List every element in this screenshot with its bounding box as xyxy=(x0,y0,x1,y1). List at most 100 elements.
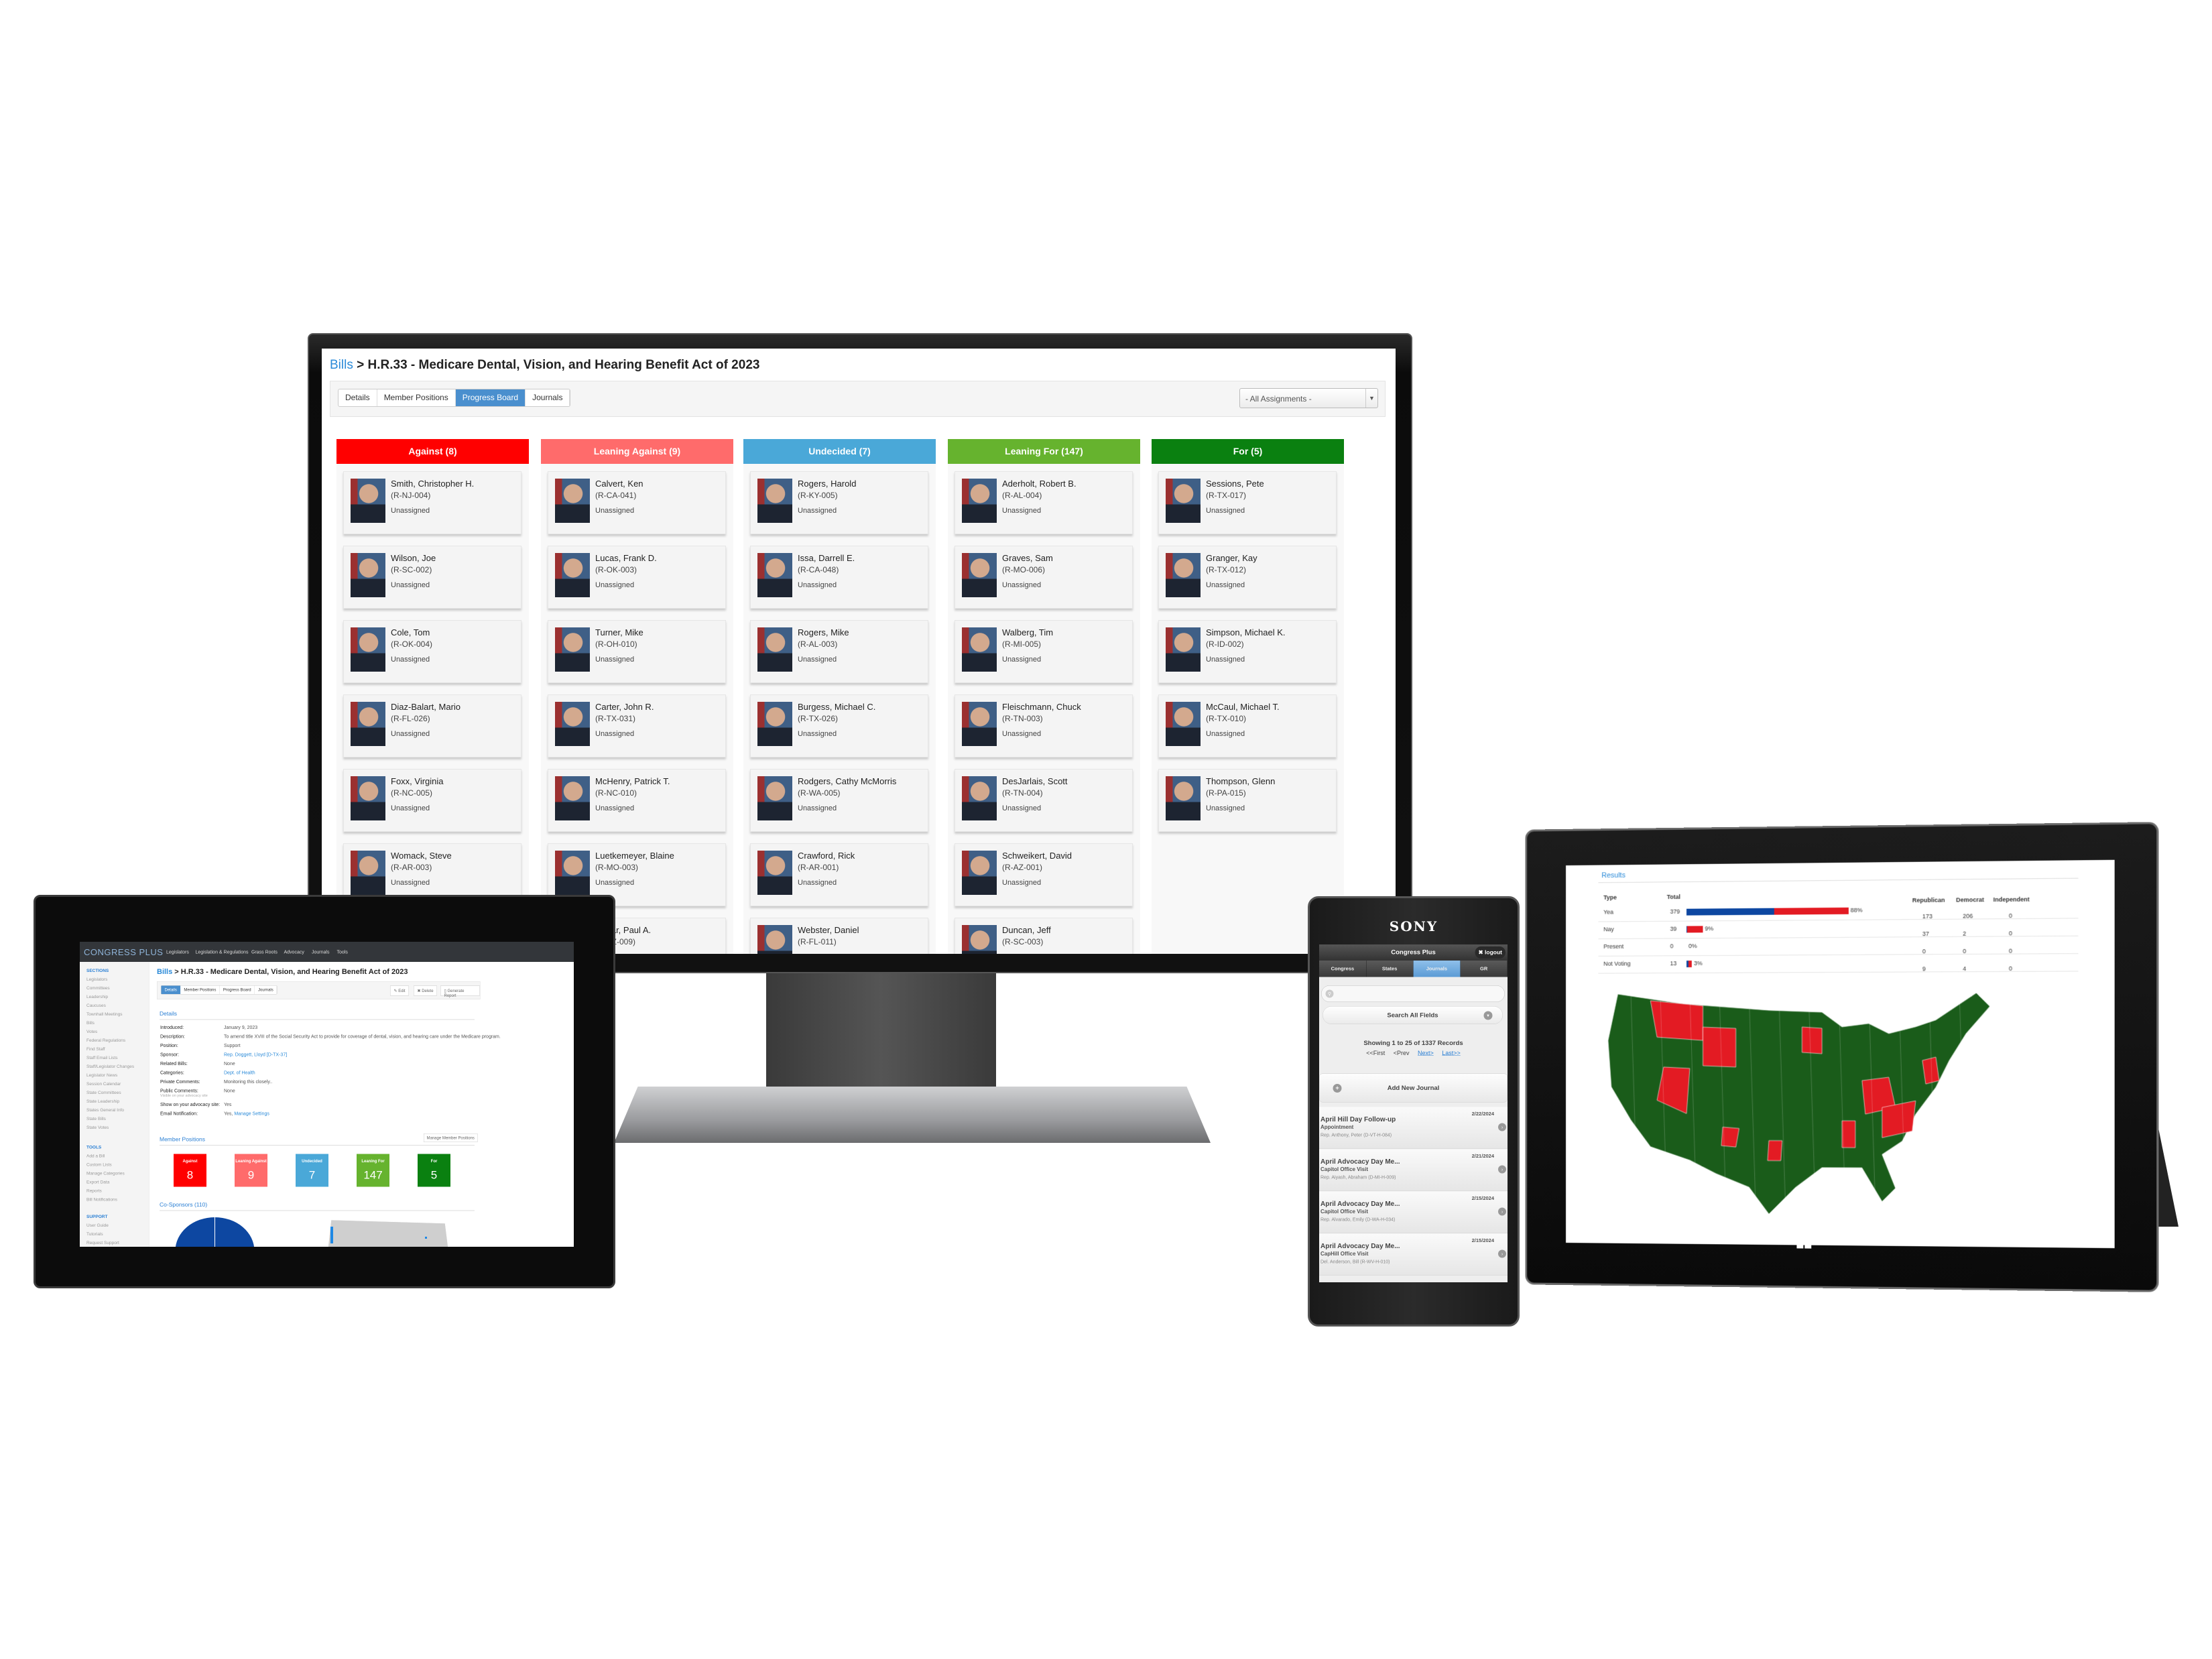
member-card[interactable]: Webster, Daniel (R-FL-011) xyxy=(750,918,928,954)
sidebar-item[interactable]: Committees xyxy=(86,985,110,991)
member-name[interactable]: Cole, Tom xyxy=(391,627,430,637)
member-name[interactable]: Diaz-Balart, Mario xyxy=(391,702,460,712)
tab-member-positions[interactable]: Member Positions xyxy=(180,985,220,994)
journal-list-item[interactable]: April Advocacy Day Me... Capitol Office V… xyxy=(1319,1149,1508,1191)
assignment-filter-select[interactable]: - All Assignments - ▼ xyxy=(1239,388,1378,408)
member-card[interactable]: Issa, Darrell E. (R-CA-048) Unassigned xyxy=(750,546,928,609)
tab-details[interactable]: Details xyxy=(339,389,377,406)
nav-item-journals[interactable]: Journals xyxy=(312,949,329,955)
member-name[interactable]: Rodgers, Cathy McMorris xyxy=(798,776,896,786)
tab-journals[interactable]: Journals xyxy=(255,985,278,994)
search-input[interactable]: ⚲ xyxy=(1321,985,1505,1002)
manage-settings-link[interactable]: Manage Settings xyxy=(234,1111,269,1116)
sidebar-item[interactable]: Find Staff xyxy=(86,1046,105,1052)
breadcrumb-bills-link[interactable]: Bills xyxy=(330,358,353,372)
member-name[interactable]: Granger, Kay xyxy=(1206,553,1257,563)
sidebar-item[interactable]: Add a Bill xyxy=(86,1154,105,1159)
member-card[interactable]: Calvert, Ken (R-CA-041) Unassigned xyxy=(548,471,726,534)
member-name[interactable]: Fleischmann, Chuck xyxy=(1002,702,1081,712)
member-card[interactable]: Cole, Tom (R-OK-004) Unassigned xyxy=(343,620,521,683)
journal-list-item[interactable]: April Hill Day Follow-up Appointment Rep. … xyxy=(1319,1107,1508,1149)
sidebar-item[interactable]: State Leadership xyxy=(86,1099,119,1104)
member-card[interactable]: Crawford, Rick (R-AR-001) Unassigned xyxy=(750,843,928,906)
member-card[interactable]: Rogers, Harold (R-KY-005) Unassigned xyxy=(750,471,928,534)
member-card[interactable]: Sessions, Pete (R-TX-017) Unassigned xyxy=(1158,471,1337,534)
member-name[interactable]: McHenry, Patrick T. xyxy=(595,776,670,786)
member-name[interactable]: Foxx, Virginia xyxy=(391,776,444,786)
manage-member-positions-button[interactable]: Manage Member Positions xyxy=(424,1133,478,1142)
member-name[interactable]: DesJarlais, Scott xyxy=(1002,776,1068,786)
first-page-link[interactable]: <<First xyxy=(1366,1050,1385,1056)
journal-list-item[interactable]: April Advocacy Day Me... CapHill Office V… xyxy=(1319,1233,1508,1276)
tab-progress-board[interactable]: Progress Board xyxy=(220,985,255,994)
member-card[interactable]: Simpson, Michael K. (R-ID-002) Unassigned xyxy=(1158,620,1337,683)
nav-item-tools[interactable]: Tools xyxy=(337,949,348,955)
sidebar-item[interactable]: State Votes xyxy=(86,1125,109,1130)
detail-value[interactable]: Dept. of Health xyxy=(224,1070,255,1075)
sidebar-item[interactable]: Federal Regulations xyxy=(86,1038,125,1043)
generate-report-button[interactable]: ▯ Generate Report xyxy=(440,985,480,998)
tab-details[interactable]: Details xyxy=(161,985,181,994)
sidebar-item[interactable]: Votes xyxy=(86,1029,97,1034)
sidebar-item[interactable]: Legislators xyxy=(86,977,107,982)
next-page-link[interactable]: Next> xyxy=(1418,1050,1434,1056)
position-box-for[interactable]: For 5 xyxy=(418,1154,450,1187)
member-card[interactable]: Graves, Sam (R-MO-006) Unassigned xyxy=(955,546,1133,609)
member-card[interactable]: Rodgers, Cathy McMorris (R-WA-005) Unassig… xyxy=(750,769,928,832)
member-card[interactable]: Lucas, Frank D. (R-OK-003) Unassigned xyxy=(548,546,726,609)
member-name[interactable]: Rogers, Mike xyxy=(798,627,849,637)
sidebar-item[interactable]: States General Info xyxy=(86,1107,124,1113)
member-name[interactable]: Thompson, Glenn xyxy=(1206,776,1275,786)
member-name[interactable]: McCaul, Michael T. xyxy=(1206,702,1280,712)
member-name[interactable]: Wilson, Joe xyxy=(391,553,436,563)
sidebar-item[interactable]: Export Data xyxy=(86,1180,109,1185)
sidebar-item[interactable]: Bill Notifications xyxy=(86,1197,117,1203)
member-card[interactable]: Foxx, Virginia (R-NC-005) Unassigned xyxy=(343,769,521,832)
tab-member-positions[interactable]: Member Positions xyxy=(377,389,456,406)
edit-button[interactable]: ✎ Edit xyxy=(390,985,410,996)
sidebar-item[interactable]: Caucuses xyxy=(86,1003,106,1008)
member-card[interactable]: Diaz-Balart, Mario (R-FL-026) Unassigned xyxy=(343,694,521,757)
member-name[interactable]: Calvert, Ken xyxy=(595,479,643,489)
member-card[interactable]: Schweikert, David (R-AZ-001) Unassigned xyxy=(955,843,1133,906)
position-box-undecided[interactable]: Undecided 7 xyxy=(296,1154,328,1187)
member-card[interactable]: Smith, Christopher H. (R-NJ-004) Unassigne… xyxy=(343,471,521,534)
delete-button[interactable]: ✖ Delete xyxy=(414,985,438,996)
sidebar-item[interactable]: Bills xyxy=(86,1020,95,1026)
member-name[interactable]: Aderholt, Robert B. xyxy=(1002,479,1077,489)
sidebar-item[interactable]: Request Support xyxy=(86,1240,119,1245)
add-new-journal-button[interactable]: + Add New Journal xyxy=(1319,1073,1508,1103)
member-card[interactable]: Duncan, Jeff (R-SC-003) xyxy=(955,918,1133,954)
detail-value[interactable]: Rep. Doggett, Lloyd [D-TX-37] xyxy=(224,1052,287,1057)
member-name[interactable]: Crawford, Rick xyxy=(798,851,855,861)
member-name[interactable]: Issa, Darrell E. xyxy=(798,553,855,563)
sidebar-item[interactable]: Tutorials xyxy=(86,1231,103,1237)
sidebar-item[interactable]: Legislator News xyxy=(86,1072,117,1078)
sidebar-item[interactable]: State Bills xyxy=(86,1116,106,1121)
member-card[interactable]: Walberg, Tim (R-MI-005) Unassigned xyxy=(955,620,1133,683)
search-scope-select[interactable]: Search All Fields ▼ xyxy=(1323,1006,1503,1024)
member-card[interactable]: Wilson, Joe (R-SC-002) Unassigned xyxy=(343,546,521,609)
tab-journals[interactable]: Journals xyxy=(1413,961,1461,977)
member-name[interactable]: Lucas, Frank D. xyxy=(595,553,657,563)
prev-page-link[interactable]: <Prev xyxy=(1394,1050,1410,1056)
member-card[interactable]: Turner, Mike (R-OH-010) Unassigned xyxy=(548,620,726,683)
sidebar-item[interactable]: Staff/Legislator Changes xyxy=(86,1064,134,1069)
tab-progress-board[interactable]: Progress Board xyxy=(455,389,526,406)
member-card[interactable]: McHenry, Patrick T. (R-NC-010) Unassigned xyxy=(548,769,726,832)
tab-gr[interactable]: GR xyxy=(1460,961,1508,977)
member-name[interactable]: Carter, John R. xyxy=(595,702,654,712)
nav-item-legislators[interactable]: Legislators xyxy=(166,949,189,955)
member-name[interactable]: Turner, Mike xyxy=(595,627,643,637)
windows-logo-icon[interactable] xyxy=(1796,1233,1812,1249)
member-name[interactable]: Simpson, Michael K. xyxy=(1206,627,1286,637)
member-name[interactable]: Sessions, Pete xyxy=(1206,479,1264,489)
member-card[interactable]: McCaul, Michael T. (R-TX-010) Unassigned xyxy=(1158,694,1337,757)
member-name[interactable]: Luetkemeyer, Blaine xyxy=(595,851,674,861)
sidebar-item[interactable]: User Guide xyxy=(86,1223,109,1228)
nav-item-legislation-regulations[interactable]: Legislation & Regulations xyxy=(196,949,249,955)
member-name[interactable]: Burgess, Michael C. xyxy=(798,702,875,712)
member-card[interactable]: DesJarlais, Scott (R-TN-004) Unassigned xyxy=(955,769,1133,832)
nav-item-grass-roots[interactable]: Grass Roots xyxy=(251,949,278,955)
logout-button[interactable]: ✖ logout xyxy=(1475,946,1506,959)
